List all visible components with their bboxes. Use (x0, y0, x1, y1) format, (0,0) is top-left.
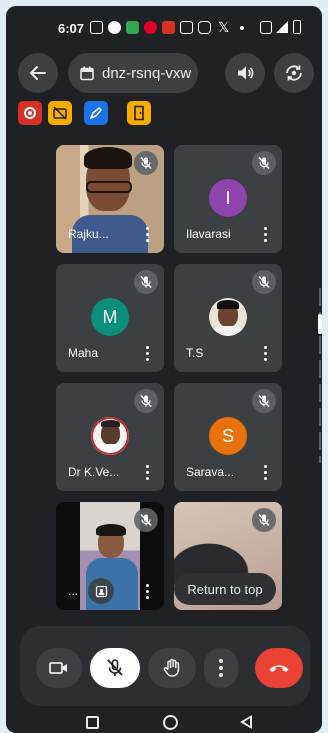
mic-off-icon (258, 514, 270, 526)
meeting-code-pill[interactable]: dnz-rsnq-vxw (68, 53, 198, 93)
camera-icon (49, 662, 67, 674)
participant-name: Maha (68, 346, 99, 360)
photo-hair (217, 300, 239, 309)
avatar-photo (209, 298, 247, 336)
pin-tile-icon[interactable] (88, 578, 114, 604)
more-options-button[interactable] (204, 648, 238, 688)
avatar: M (91, 298, 129, 336)
record-icon (24, 107, 36, 119)
mic-off-indicator (252, 508, 276, 532)
switch-camera-icon (286, 65, 302, 81)
recording-badge[interactable] (18, 101, 42, 125)
meeting-code: dnz-rsnq-vxw (102, 64, 192, 82)
mic-off-icon (258, 157, 270, 169)
glasses-icon (86, 181, 132, 193)
camera-off-icon (53, 106, 67, 120)
photo-shirt (211, 326, 245, 336)
mic-off-icon (140, 395, 152, 407)
mic-off-icon (258, 395, 270, 407)
system-nav-bar (6, 706, 322, 733)
notification-icon (90, 21, 103, 34)
person-hair (84, 147, 132, 169)
home-icon[interactable] (163, 715, 178, 730)
participant-tile[interactable]: T.S (174, 264, 282, 372)
mic-off-icon (140, 514, 152, 526)
dot-icon (240, 26, 244, 30)
x-icon: 𝕏 (218, 19, 230, 35)
participant-tile[interactable]: Rajku... (56, 145, 164, 253)
speaker-icon (238, 66, 254, 80)
mic-off-icon (107, 659, 123, 676)
mic-off-indicator (134, 508, 158, 532)
end-call-icon (269, 665, 289, 672)
camera-off-badge[interactable] (48, 101, 72, 125)
mic-off-icon (140, 276, 152, 288)
battery-icon (293, 20, 301, 34)
mic-off-indicator (252, 151, 276, 175)
status-bar: 6:07 𝕏 (6, 6, 322, 46)
mic-off-indicator (252, 270, 276, 294)
audio-output-button[interactable] (225, 53, 265, 93)
mic-off-indicator (134, 270, 158, 294)
recents-icon[interactable] (86, 716, 99, 729)
more-options-icon[interactable] (146, 227, 150, 243)
more-options-icon[interactable] (146, 584, 150, 600)
person-hair (96, 524, 126, 536)
avatar: S (209, 417, 247, 455)
scrollbar-thumb[interactable] (318, 314, 322, 334)
mic-off-indicator (134, 151, 158, 175)
participant-name: Ilavarasi (186, 227, 231, 241)
app-icon-green (126, 21, 139, 34)
mic-off-indicator (252, 389, 276, 413)
back-nav-icon-inner (244, 718, 250, 726)
raise-hand-icon (163, 658, 180, 677)
network-icon (260, 21, 272, 34)
app-icon-red (162, 21, 175, 34)
more-vert-icon (219, 659, 223, 677)
participant-name: T.S (186, 346, 204, 360)
avatar-photo (91, 417, 129, 455)
participant-tile[interactable]: I Ilavarasi (174, 145, 282, 253)
participant-name: Sarava... (186, 465, 235, 479)
avatar: I (209, 179, 247, 217)
photo-border (91, 417, 129, 455)
more-options-icon[interactable] (264, 465, 268, 481)
participant-tile[interactable]: ... (56, 502, 164, 610)
back-arrow-icon (29, 66, 46, 80)
participant-name: Dr K.Ve... (68, 465, 120, 479)
phone-screen: 6:07 𝕏 dnz-rsnq-vxw Rajku... I Ilavarasi… (6, 6, 322, 733)
signal-icon (276, 21, 288, 33)
more-options-icon[interactable] (146, 465, 150, 481)
participant-name: Rajku... (68, 227, 109, 241)
chat-icon (108, 21, 121, 34)
participant-name: ... (68, 584, 79, 598)
door-icon (134, 105, 144, 121)
signal-app-icon (180, 21, 193, 34)
more-options-icon[interactable] (146, 346, 150, 362)
door-badge[interactable] (127, 101, 151, 125)
mic-off-indicator (134, 389, 158, 413)
whiteboard-badge[interactable] (84, 101, 108, 125)
switch-camera-button[interactable] (274, 53, 314, 93)
back-button[interactable] (18, 53, 58, 93)
end-call-button[interactable] (255, 648, 303, 688)
instagram-icon (198, 21, 211, 34)
status-time: 6:07 (58, 21, 85, 36)
pinterest-icon (144, 21, 157, 34)
return-to-top-button[interactable]: Return to top (174, 573, 276, 605)
more-options-icon[interactable] (264, 346, 268, 362)
mic-off-icon (258, 276, 270, 288)
camera-button[interactable] (36, 648, 82, 688)
mic-off-icon (140, 157, 152, 169)
more-options-icon[interactable] (264, 227, 268, 243)
participant-tile[interactable]: Dr K.Ve... (56, 383, 164, 491)
pen-icon (89, 106, 103, 120)
participant-tile[interactable]: M Maha (56, 264, 164, 372)
raise-hand-button[interactable] (148, 648, 196, 688)
mic-toggle-button[interactable] (90, 648, 140, 688)
participant-tile[interactable]: S Sarava... (174, 383, 282, 491)
calendar-icon (80, 66, 94, 80)
